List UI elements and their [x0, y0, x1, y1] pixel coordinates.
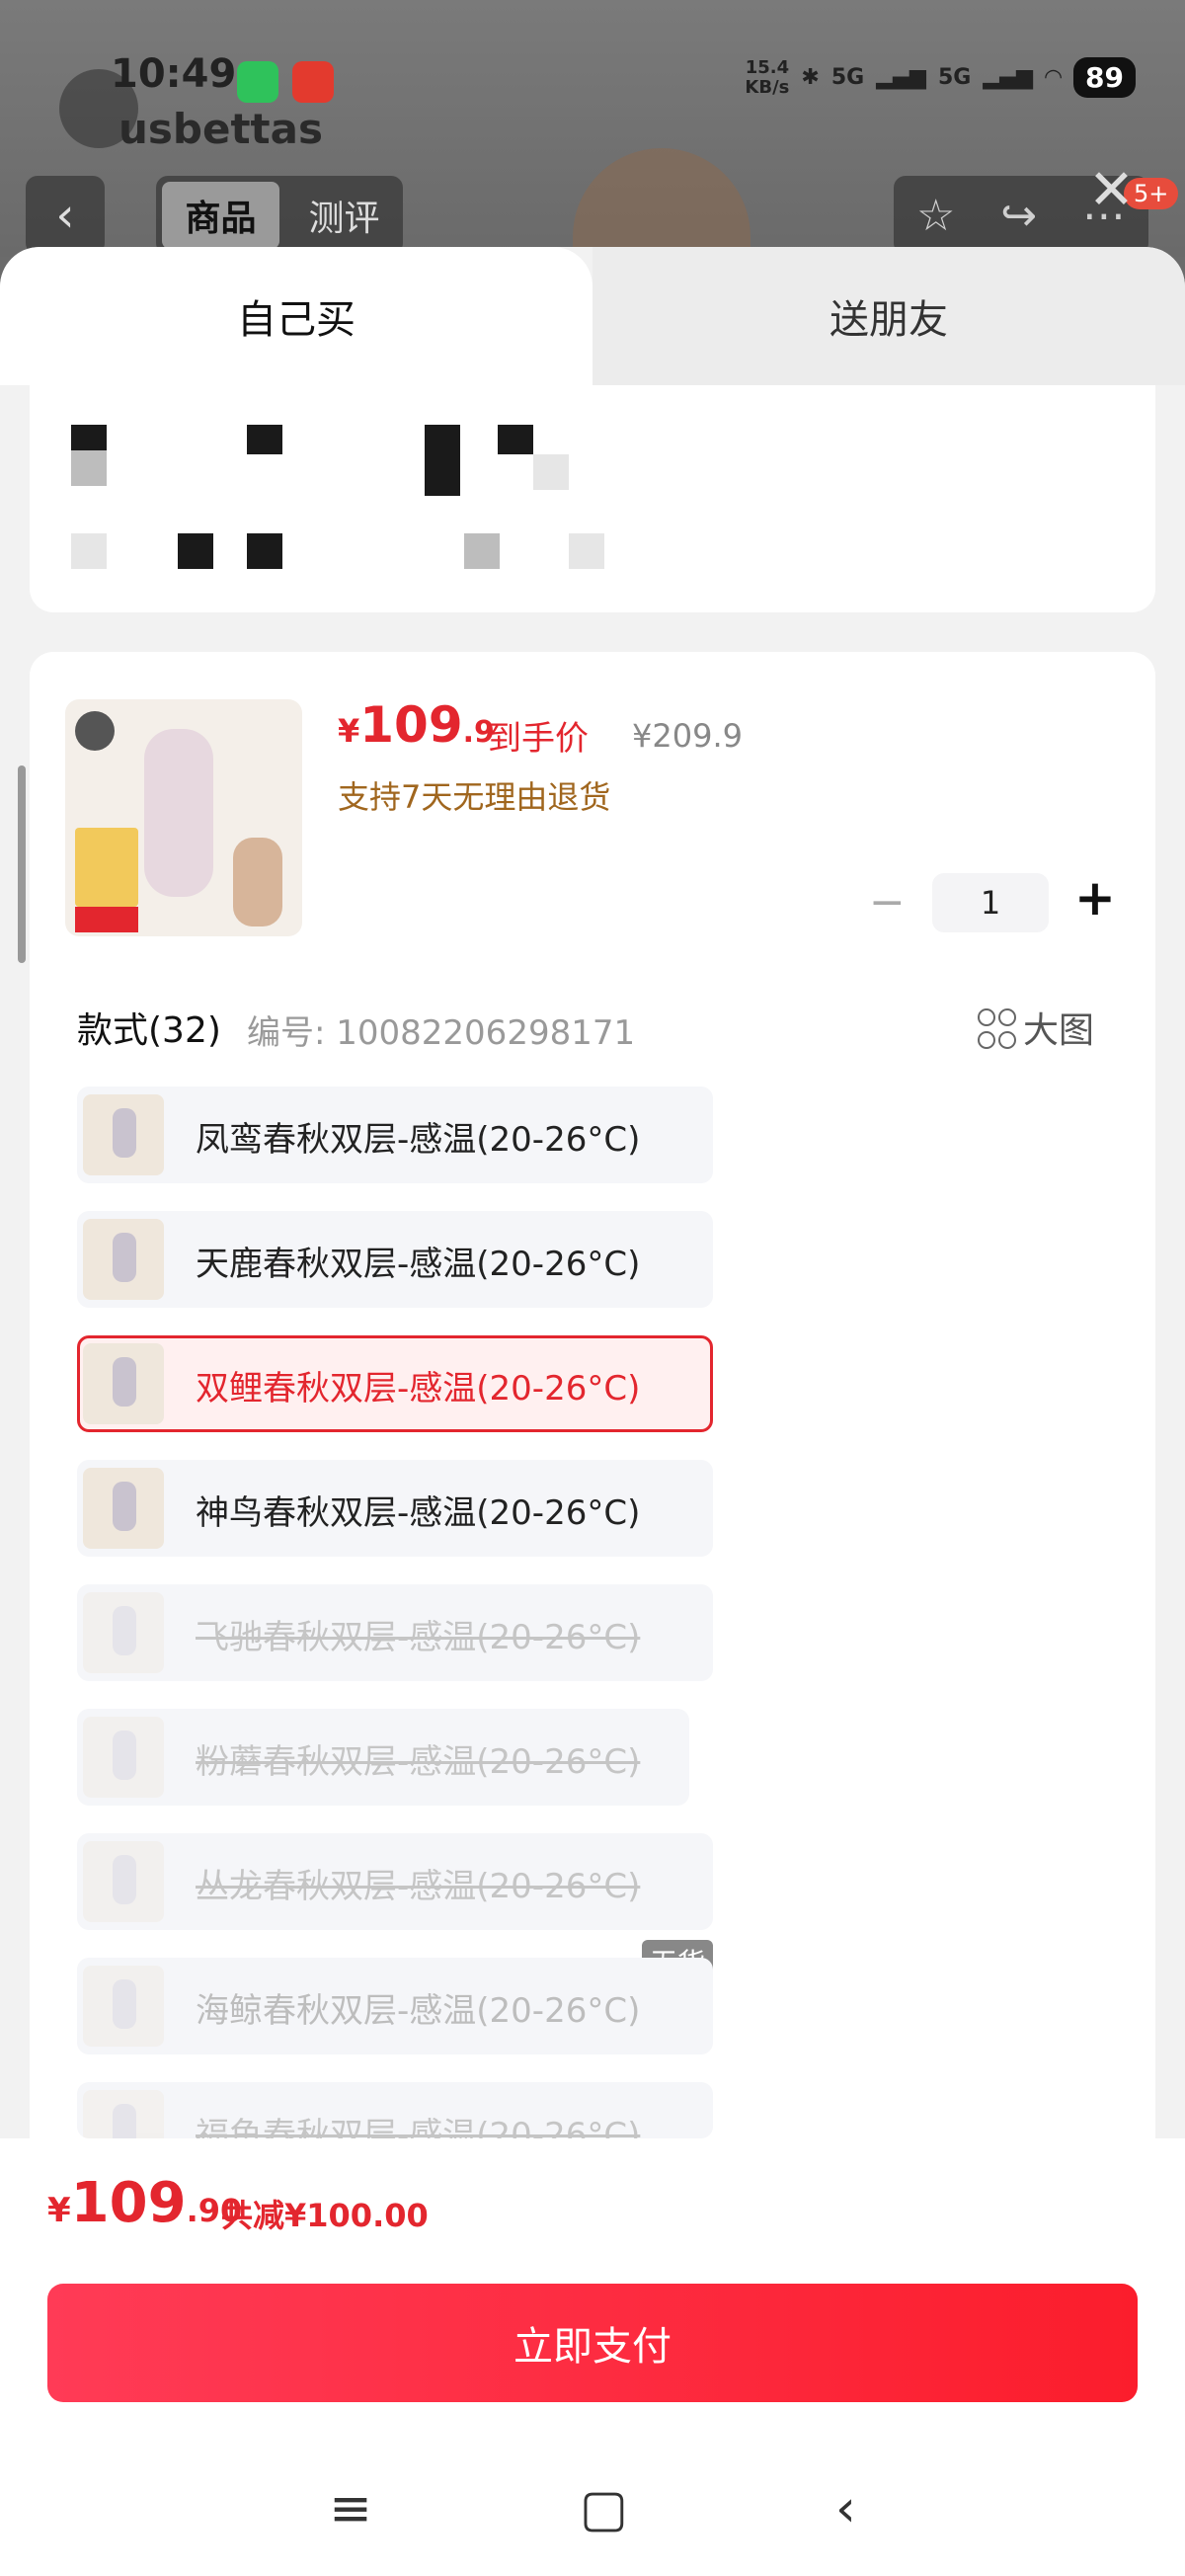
style-option[interactable]: 神鸟春秋双层-感温(20-26°C)	[77, 1460, 713, 1557]
style-thumbnail	[83, 1219, 164, 1300]
style-thumbnail	[83, 1343, 164, 1424]
style-label: 凤鸾春秋双层-感温(20-26°C)	[196, 1120, 641, 1160]
system-nav-bar: ≡ ▢ ‹	[0, 2469, 1185, 2548]
price-integer: 109	[359, 696, 463, 754]
wechat-icon	[237, 61, 278, 103]
status-time: 10:49	[111, 51, 237, 97]
quantity-input[interactable]: 1	[932, 873, 1049, 932]
tab-buy-self[interactable]: 自己买	[0, 247, 592, 385]
style-label: 福鱼春秋双层-感温(20-26°C)	[196, 2116, 641, 2138]
style-thumbnail	[83, 1592, 164, 1673]
back-icon[interactable]: ‹	[835, 2479, 856, 2538]
style-option[interactable]: 天鹿春秋双层-感温(20-26°C)	[77, 1211, 713, 1308]
style-thumbnail	[83, 2090, 164, 2138]
total-discount: 共减¥100.00	[221, 2197, 429, 2234]
scrollbar[interactable]	[18, 765, 26, 963]
style-option-selected[interactable]: 双鲤春秋双层-感温(20-26°C)	[77, 1335, 713, 1432]
final-price-label: 到手价	[488, 719, 589, 759]
style-thumbnail	[83, 1717, 164, 1798]
page-tabs: 商品 测评	[156, 176, 403, 255]
signal-label-1: 5G	[830, 65, 865, 90]
bluetooth-icon: ✱	[801, 65, 820, 90]
back-button[interactable]: ‹	[26, 176, 105, 255]
close-icon[interactable]: ✕	[1088, 158, 1135, 222]
style-thumbnail	[83, 1468, 164, 1549]
style-option-disabled: 丛龙春秋双层-感温(20-26°C)	[77, 1833, 713, 1930]
battery-indicator: 89	[1073, 57, 1136, 98]
style-option-disabled: 飞驰春秋双层-感温(20-26°C)	[77, 1584, 713, 1681]
style-thumbnail	[83, 1094, 164, 1175]
style-option-disabled: 福鱼春秋双层-感温(20-26°C)	[77, 2082, 713, 2138]
style-option-disabled: 粉蘑春秋双层-感温(20-26°C)	[77, 1709, 689, 1806]
quantity-decrease-button[interactable]: −	[869, 877, 906, 927]
style-thumbnail	[83, 1966, 164, 2047]
style-label: 飞驰春秋双层-感温(20-26°C)	[196, 1618, 641, 1657]
tab-review[interactable]: 测评	[285, 190, 403, 241]
net-speed-value: 15.4	[745, 56, 790, 78]
address-card-redacted[interactable]	[30, 385, 1155, 612]
total-symbol: ¥	[47, 2191, 71, 2230]
style-label: 丛龙春秋双层-感温(20-26°C)	[196, 1867, 641, 1906]
signal-bars-icon: ▂▄▆	[983, 65, 1034, 90]
net-speed-unit: KB/s	[745, 76, 790, 98]
total-price: ¥109.90	[47, 2171, 242, 2235]
home-icon[interactable]: ▢	[580, 2479, 628, 2538]
style-label: 粉蘑春秋双层-感温(20-26°C)	[196, 1742, 641, 1782]
big-image-toggle[interactable]: 大图	[978, 1002, 1094, 1053]
status-indicators: 15.4 KB/s ✱ 5G ▂▄▆ 5G ▂▄▆ ◠ 89	[745, 57, 1136, 98]
shopping-app-icon	[292, 61, 334, 103]
big-image-label: 大图	[1023, 1010, 1095, 1051]
product-thumbnail[interactable]	[65, 699, 302, 936]
menu-icon[interactable]: ≡	[329, 2479, 372, 2538]
net-speed: 15.4 KB/s	[745, 56, 790, 98]
original-price: ¥209.9	[632, 717, 743, 755]
style-option[interactable]: 凤鸾春秋双层-感温(20-26°C)	[77, 1087, 713, 1183]
style-label: 双鲤春秋双层-感温(20-26°C)	[196, 1369, 641, 1409]
signal-label-2: 5G	[937, 65, 972, 90]
brand-name: usbettas	[118, 105, 323, 153]
favorite-star-icon[interactable]: ☆	[916, 191, 955, 241]
style-count-title: 款式(32)	[77, 1010, 221, 1051]
style-option-out-of-stock[interactable]: 海鲸春秋双层-感温(20-26°C)	[77, 1958, 713, 2054]
price-symbol: ¥	[338, 712, 360, 750]
style-thumbnail	[83, 1841, 164, 1922]
style-label: 天鹿春秋双层-感温(20-26°C)	[196, 1245, 641, 1284]
tab-product[interactable]: 商品	[162, 182, 279, 249]
tab-send-friend[interactable]: 送朋友	[592, 247, 1185, 385]
pay-now-button[interactable]: 立即支付	[47, 2284, 1138, 2402]
grid-view-icon	[978, 1008, 1016, 1049]
product-code: 编号: 10082206298171	[247, 1013, 636, 1053]
share-icon[interactable]: ↪	[1000, 191, 1037, 241]
total-integer: 109	[70, 2171, 187, 2235]
signal-bars-icon: ▂▄▆	[876, 65, 926, 90]
unit-price: ¥109.9	[338, 696, 495, 754]
quantity-increase-button[interactable]: +	[1074, 869, 1116, 926]
wifi-icon: ◠	[1045, 65, 1063, 90]
return-policy: 支持7天无理由退货	[338, 778, 611, 816]
style-label: 神鸟春秋双层-感温(20-26°C)	[196, 1493, 641, 1533]
style-label: 海鲸春秋双层-感温(20-26°C)	[196, 1991, 641, 2031]
